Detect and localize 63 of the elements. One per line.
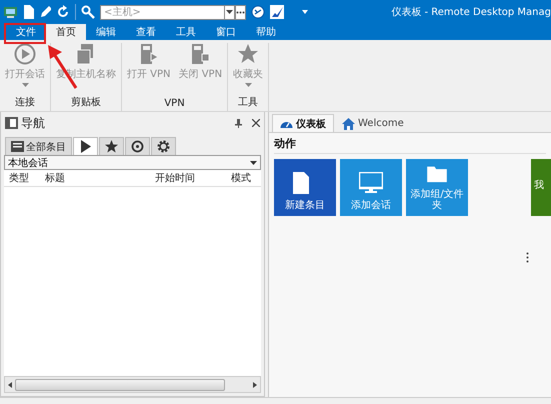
- connect-icon[interactable]: [251, 5, 265, 19]
- play-icon: [14, 43, 36, 65]
- document-tab[interactable]: Welcome: [334, 114, 412, 132]
- section-title: 动作: [274, 136, 546, 154]
- home-icon: [342, 118, 355, 130]
- right-arrow-icon: [253, 382, 257, 388]
- left-arrow-icon: [8, 382, 12, 388]
- horizontal-scrollbar[interactable]: [4, 376, 261, 393]
- action-tile[interactable]: 新建条目: [274, 159, 336, 216]
- search-icon[interactable]: [81, 5, 95, 19]
- monitor-icon: [359, 172, 383, 194]
- annotation-arrow: [48, 45, 78, 89]
- document-tab[interactable]: 仪表板: [272, 114, 334, 132]
- annotation-box: [4, 23, 46, 44]
- close-icon[interactable]: [252, 119, 260, 127]
- menu-tab[interactable]: 查看: [126, 24, 166, 40]
- ribbon-group-label: VPN: [164, 98, 185, 111]
- action-tile[interactable]: 添加会话: [340, 159, 402, 216]
- ribbon-group-label: 剪贴板: [71, 96, 101, 110]
- navigation-tab[interactable]: 全部条目: [5, 137, 72, 155]
- history-icon: [131, 140, 144, 153]
- more-icon[interactable]: [526, 252, 529, 263]
- host-field[interactable]: <主机>: [100, 4, 224, 20]
- menu-tab[interactable]: 文件: [6, 24, 46, 40]
- caret-icon: [250, 160, 257, 164]
- navigation-tab[interactable]: [125, 137, 150, 155]
- pin-icon[interactable]: [235, 118, 242, 128]
- menu-tab[interactable]: 窗口: [206, 24, 246, 40]
- column-header[interactable]: 标题: [40, 171, 150, 185]
- document-icon[interactable]: [24, 5, 34, 19]
- session-dropdown[interactable]: 本地会话: [4, 155, 261, 170]
- navigation-tab[interactable]: [73, 137, 98, 155]
- star-icon: [105, 140, 118, 153]
- app-icon[interactable]: [3, 5, 19, 19]
- dropdown-button[interactable]: [224, 4, 235, 20]
- menu-tab[interactable]: 首页: [46, 24, 86, 40]
- settings-icon: [157, 140, 170, 153]
- more-icon[interactable]: [236, 10, 245, 14]
- menu-tab[interactable]: 帮助: [246, 24, 286, 40]
- server-icon: [189, 43, 212, 65]
- column-header[interactable]: 开始时间: [150, 171, 226, 185]
- column-header[interactable]: 模式: [226, 171, 261, 185]
- play-icon: [79, 140, 92, 153]
- column-header[interactable]: 类型: [4, 171, 40, 185]
- caret-icon: [226, 10, 233, 14]
- action-tile[interactable]: 添加组/文件夹: [406, 159, 468, 216]
- menu-tab[interactable]: 编辑: [86, 24, 126, 40]
- customize-caret-icon[interactable]: [302, 10, 308, 14]
- pencil-icon[interactable]: [39, 5, 51, 19]
- ribbon-group-label: 连接: [15, 96, 35, 110]
- list-icon: [11, 140, 24, 153]
- ribbon-group-label: 工具: [238, 96, 258, 110]
- window-title: 仪表板 - Remote Desktop Manag: [391, 6, 551, 19]
- checkmark-icon[interactable]: [270, 5, 284, 19]
- menu-tab[interactable]: 工具: [166, 24, 206, 40]
- star-icon: [237, 43, 260, 65]
- folder-icon: [425, 165, 449, 183]
- navigation-tab[interactable]: [99, 137, 124, 155]
- action-tile[interactable]: 我: [531, 159, 551, 216]
- panel-icon: [5, 117, 18, 129]
- refresh-icon[interactable]: [56, 5, 70, 19]
- navigation-tab[interactable]: [151, 137, 176, 155]
- panel-title: 导航: [21, 114, 45, 132]
